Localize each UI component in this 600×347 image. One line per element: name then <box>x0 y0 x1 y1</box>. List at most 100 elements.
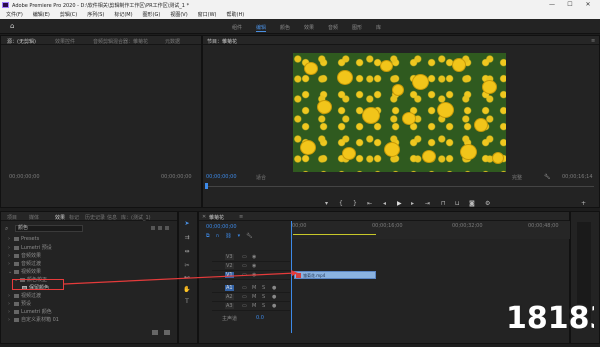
effects-item-video-effects[interactable]: ⌄ 视频效果 <box>8 268 41 275</box>
slip-tool-icon[interactable]: ⊷ <box>183 274 191 281</box>
effects-item-presets[interactable]: › Presets <box>8 236 39 242</box>
minimize-button[interactable]: — <box>544 1 560 9</box>
yuv-effects-icon[interactable] <box>165 226 169 230</box>
sync-lock-icon[interactable]: ▭ <box>242 303 247 309</box>
sync-lock-icon[interactable]: ▭ <box>242 254 247 260</box>
solo-icon[interactable]: S <box>262 294 265 300</box>
workspace-tab-effects[interactable]: 效果 <box>304 24 314 31</box>
eye-icon[interactable]: ◉ <box>252 254 256 260</box>
track-a3[interactable]: A3 ▭ M S ● <box>212 302 290 311</box>
work-area-bar[interactable] <box>293 234 376 235</box>
play-icon[interactable]: ▶ <box>397 200 402 207</box>
go-to-out-icon[interactable]: ⇥ <box>425 200 430 207</box>
eye-icon[interactable]: ◉ <box>252 263 256 269</box>
ripple-edit-tool-icon[interactable]: ⇹ <box>183 248 191 255</box>
track-v2[interactable]: V2 ▭ ◉ <box>212 262 290 271</box>
microphone-icon[interactable]: ● <box>272 285 276 291</box>
effects-item-lumetri-color[interactable]: › Lumetri 颜色 <box>8 308 52 315</box>
export-frame-icon[interactable]: ◙ <box>469 200 475 207</box>
effects-item-audio-effects[interactable]: › 音频效果 <box>8 252 41 259</box>
tab-audio-clip-mixer[interactable]: 音频剪辑混合器：雏菊花 <box>93 38 148 45</box>
menu-file[interactable]: 文件(F) <box>6 11 23 18</box>
workspace-tab-editing[interactable]: 编辑 <box>256 24 267 32</box>
timeline-ruler[interactable]: 00;00 00;00;16;00 00;00;32;00 00;00;48;0… <box>290 221 570 239</box>
hand-tool-icon[interactable]: ✋ <box>183 286 191 293</box>
sync-lock-icon[interactable]: ▭ <box>242 263 247 269</box>
microphone-icon[interactable]: ● <box>272 303 276 309</box>
microphone-icon[interactable]: ● <box>272 294 276 300</box>
add-button-icon[interactable]: + <box>581 200 586 207</box>
track-a2[interactable]: A2 ▭ M S ● <box>212 293 290 302</box>
wrench-icon[interactable]: 🔧︎ <box>544 174 550 180</box>
workspace-tab-audio[interactable]: 音频 <box>328 24 338 31</box>
menu-sequence[interactable]: 序列(S) <box>87 11 104 18</box>
track-a1[interactable]: A1 ▭ M S ● <box>212 284 290 293</box>
maximize-button[interactable]: ☐ <box>562 1 578 9</box>
accelerated-effects-icon[interactable] <box>151 226 155 230</box>
effects-item-presets-cn[interactable]: › 预设 <box>8 300 31 307</box>
solo-icon[interactable]: S <box>262 303 265 309</box>
video-clip[interactable]: 雏菊花.mp4 <box>294 271 376 279</box>
tab-sequence[interactable]: 雏菊花 <box>209 214 224 221</box>
panel-menu-icon[interactable]: ≡ <box>591 38 595 44</box>
timeline-timecode[interactable]: 00;00;00;00 <box>206 224 237 230</box>
extract-icon[interactable]: ⊔ <box>455 200 460 207</box>
tab-info[interactable]: 信息 <box>107 214 117 221</box>
track-select-tool-icon[interactable]: ⇉ <box>183 234 191 241</box>
add-marker-icon[interactable]: ▾ <box>325 200 328 207</box>
step-forward-icon[interactable]: ▸ <box>411 200 414 207</box>
sync-lock-icon[interactable]: ▭ <box>242 294 247 300</box>
nest-icon[interactable]: ⧉ <box>206 233 210 239</box>
tab-media-browser[interactable]: 媒体 <box>29 214 39 221</box>
workspace-tab-color[interactable]: 颜色 <box>280 24 290 31</box>
linked-selection-icon[interactable]: ⛓ <box>225 233 231 239</box>
program-scrubber-bar[interactable] <box>206 186 594 187</box>
menu-graphics[interactable]: 图形(G) <box>143 11 161 18</box>
32bit-effects-icon[interactable] <box>158 226 162 230</box>
snap-icon[interactable]: ∩ <box>216 233 220 239</box>
tab-effects[interactable]: 效果 <box>55 214 65 221</box>
master-volume-value[interactable]: 0.0 <box>256 315 264 321</box>
menu-edit[interactable]: 编辑(E) <box>33 11 50 18</box>
tab-program[interactable]: 节目：雏菊花 <box>207 38 237 45</box>
solo-icon[interactable]: S <box>262 285 265 291</box>
program-fit-dropdown[interactable]: 适合 <box>256 174 266 181</box>
go-to-in-icon[interactable]: ⇤ <box>367 200 372 207</box>
mute-icon[interactable]: M <box>252 285 256 291</box>
sync-lock-icon[interactable]: ▭ <box>242 285 247 291</box>
tab-markers[interactable]: 标记 <box>69 214 79 221</box>
timeline-playhead[interactable] <box>291 221 292 333</box>
step-back-icon[interactable]: ◂ <box>383 200 386 207</box>
tab-project[interactable]: 项目 <box>7 214 17 221</box>
timeline-settings-icon[interactable]: 🔧︎ <box>246 233 252 239</box>
menu-view[interactable]: 视图(V) <box>170 11 187 18</box>
track-v1[interactable]: V1 ▭ ◉ <box>212 271 290 280</box>
tab-metadata[interactable]: 元数据 <box>165 38 180 45</box>
workspace-tab-assembly[interactable]: 组件 <box>232 24 242 31</box>
razor-tool-icon[interactable]: ✂ <box>183 262 191 269</box>
program-quality-dropdown[interactable]: 完整 <box>512 174 522 181</box>
close-button[interactable]: ✕ <box>580 1 596 9</box>
effects-search-input[interactable]: 颜色 <box>15 225 83 232</box>
mute-icon[interactable]: M <box>252 294 256 300</box>
home-icon[interactable]: ⌂ <box>10 23 18 30</box>
source-timecode-in[interactable]: 00;00;00;00 <box>9 174 40 180</box>
close-icon[interactable]: ✕ <box>202 214 206 220</box>
delete-icon[interactable] <box>164 330 170 335</box>
selection-tool-icon[interactable]: ➤ <box>183 220 191 227</box>
effects-item-lumetri-presets[interactable]: › Lumetri 预设 <box>8 244 52 251</box>
mark-in-icon[interactable]: { <box>339 200 343 207</box>
new-bin-icon[interactable] <box>152 330 158 335</box>
workspace-tab-libraries[interactable]: 库 <box>376 24 381 31</box>
menu-help[interactable]: 帮助(H) <box>227 11 245 18</box>
tab-source[interactable]: 源：(无剪辑) <box>7 38 36 45</box>
tab-history[interactable]: 历史记录 <box>85 214 105 221</box>
eye-icon[interactable]: ◉ <box>252 272 256 278</box>
effects-item-audio-transitions[interactable]: › 音频过渡 <box>8 260 41 267</box>
add-marker-icon[interactable]: ▾ <box>238 233 241 239</box>
panel-menu-icon[interactable]: ≡ <box>239 214 243 220</box>
program-timecode[interactable]: 00;00;00;00 <box>206 174 237 180</box>
mute-icon[interactable]: M <box>252 303 256 309</box>
type-tool-icon[interactable]: T <box>183 298 191 305</box>
program-playhead[interactable] <box>205 183 208 189</box>
